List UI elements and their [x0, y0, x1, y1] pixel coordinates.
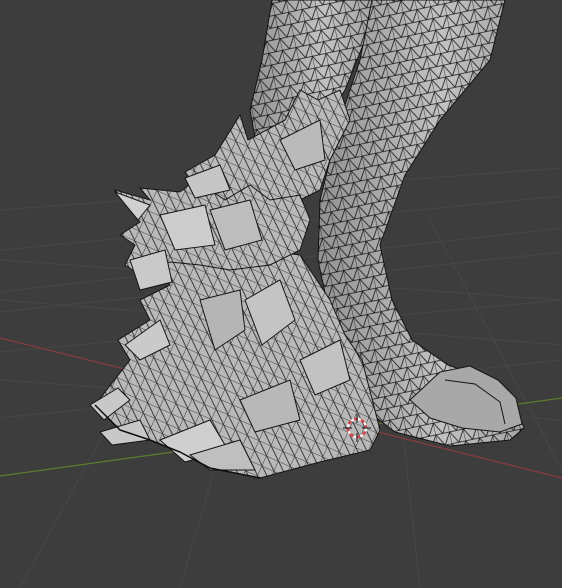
viewport-scene[interactable]: [0, 0, 562, 588]
3d-viewport[interactable]: [0, 0, 562, 588]
